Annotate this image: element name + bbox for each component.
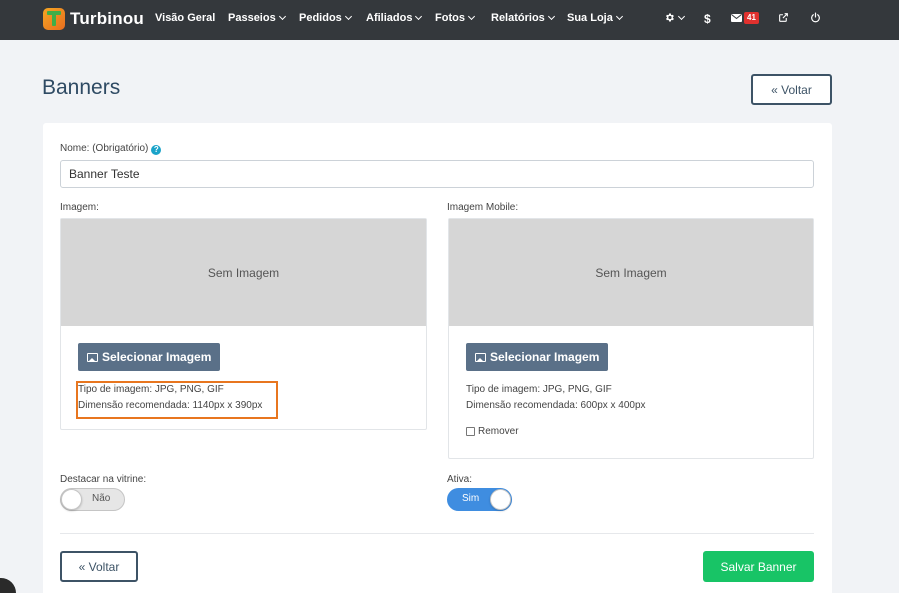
gear-icon [666,13,674,22]
back-button-top[interactable]: « Voltar [751,74,832,105]
dollar-icon: $ [704,12,711,26]
nav-item-visao-geral[interactable]: Visão Geral [155,12,215,24]
image-mobile-preview-placeholder: Sem Imagem [449,219,813,326]
select-image-button[interactable]: Selecionar Imagem [78,343,221,371]
back-button-bottom[interactable]: « Voltar [60,551,138,582]
featured-toggle[interactable]: Não [60,488,125,511]
image-mobile-type-info: Tipo de imagem: JPG, PNG, GIF [466,384,612,395]
nav-item-sua-loja[interactable]: Sua Loja [567,12,623,24]
help-icon[interactable]: ? [151,145,162,155]
image-icon [475,352,486,362]
select-image-label: Selecionar Imagem [490,350,600,364]
floating-chat-button[interactable] [0,578,16,593]
save-banner-button[interactable]: Salvar Banner [703,551,814,582]
name-field-label: Nome: (Obrigatório)? [60,143,162,155]
nav-item-label: Sua Loja [567,12,613,24]
top-navbar: Turbinou Visão Geral Passeios Pedidos Af… [0,0,899,40]
remove-image-label[interactable]: Remover [478,426,519,437]
nav-item-label: Visão Geral [155,12,216,24]
chevron-down-icon [415,12,423,21]
turbinou-logo-icon [43,8,65,30]
image-icon [87,352,98,362]
active-toggle-text: Sim [462,493,480,504]
name-label-text: Nome: (Obrigatório) [60,143,149,154]
nav-item-label: Relatórios [491,12,545,24]
active-toggle[interactable]: Sim [447,488,512,511]
nav-item-label: Pedidos [299,12,342,24]
banner-name-input[interactable] [60,160,814,188]
nav-item-label: Passeios [228,12,276,24]
featured-label: Destacar na vitrine: [60,474,147,485]
nav-item-relatorios[interactable]: Relatórios [491,12,555,24]
image-mobile-label: Imagem Mobile: [447,202,519,213]
nav-item-passeios[interactable]: Passeios [228,12,286,24]
chevron-down-icon [677,12,686,20]
placeholder-text: Sem Imagem [595,265,667,280]
nav-item-pedidos[interactable]: Pedidos [299,12,352,24]
nav-item-afiliados[interactable]: Afiliados [366,12,423,24]
external-link-icon [779,13,788,22]
chevron-down-icon [344,12,352,21]
featured-toggle-text: Não [92,493,111,504]
envelope-icon [731,14,742,22]
active-label: Ativa: [447,474,473,485]
toggle-knob [61,489,82,510]
remove-image-checkbox[interactable] [466,427,475,436]
external-store-link[interactable] [778,12,789,23]
chevron-down-icon [467,12,475,21]
power-icon [811,12,820,23]
brand-name: Turbinou [70,9,144,28]
image-label: Imagem: [60,202,99,213]
image-mobile-dimension-info: Dimensão recomendada: 600px x 400px [466,400,646,411]
chevron-down-icon [547,12,555,21]
brand-logo-link[interactable]: Turbinou [43,8,144,30]
nav-item-fotos[interactable]: Fotos [435,12,475,24]
nav-item-label: Fotos [435,12,465,24]
form-divider [60,533,814,534]
logout-button[interactable] [810,12,821,23]
select-image-mobile-button[interactable]: Selecionar Imagem [466,343,609,371]
messages-link[interactable]: 41 [731,12,759,24]
toggle-knob [490,489,511,510]
message-count-badge: 41 [744,12,759,24]
settings-menu[interactable] [664,12,686,23]
image-preview-placeholder: Sem Imagem [61,219,426,326]
finance-link[interactable]: $ [704,12,711,26]
page-title: Banners [42,76,121,99]
placeholder-text: Sem Imagem [207,265,280,280]
image-mobile-upload-panel: Sem Imagem [448,218,814,459]
chevron-down-icon [278,12,286,21]
select-image-label: Selecionar Imagem [102,350,212,364]
highlight-annotation-box [76,381,278,419]
chevron-down-icon [615,12,623,21]
nav-item-label: Afiliados [366,12,413,24]
